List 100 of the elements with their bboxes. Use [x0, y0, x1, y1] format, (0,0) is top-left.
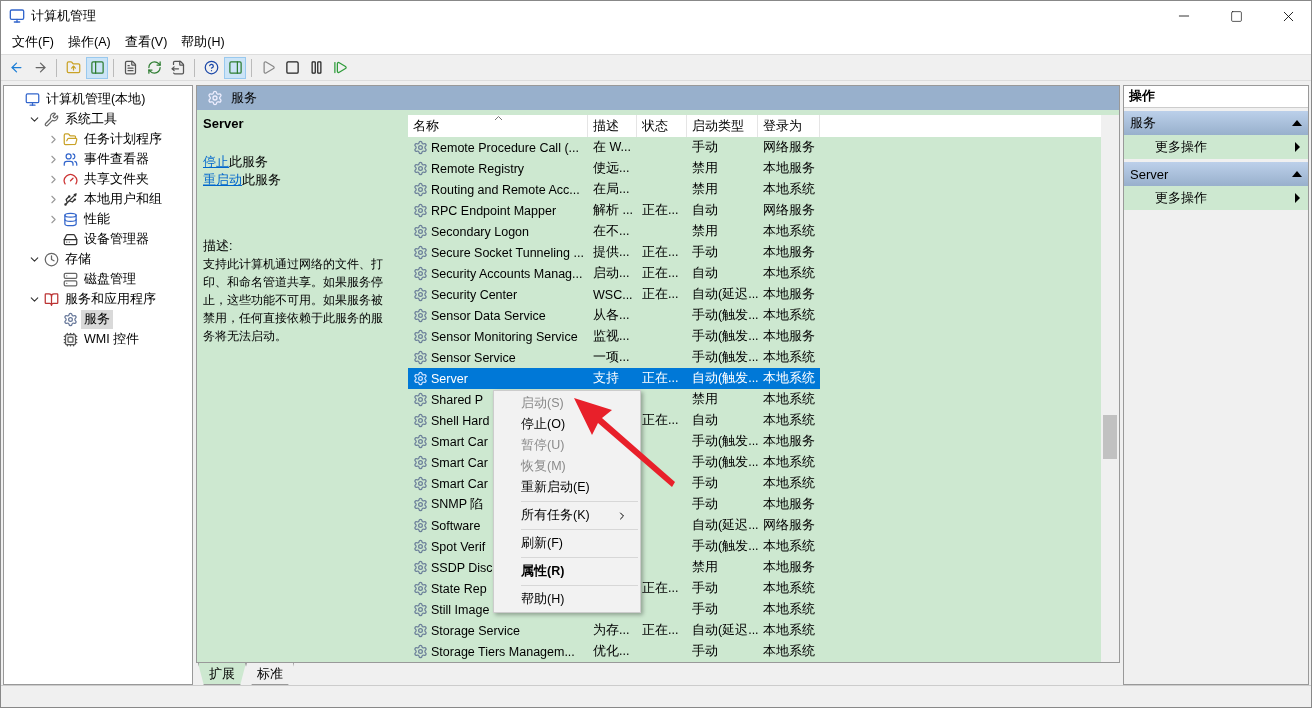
table-cell: 手动 — [692, 580, 718, 597]
shared-folder-icon — [63, 131, 78, 147]
table-cell: 解析 ... — [593, 202, 633, 219]
actions-section-header[interactable]: 服务 — [1124, 111, 1308, 135]
link-suffix: 此服务 — [229, 155, 268, 169]
table-cell: 网络服务 — [763, 202, 815, 219]
table-cell: 一项... — [593, 349, 630, 366]
service-name: Routing and Remote Acc... — [431, 182, 580, 197]
view-tab[interactable]: 扩展 — [198, 663, 246, 685]
submenu-triangle-icon — [1295, 193, 1300, 203]
table-cell: 禁用 — [692, 223, 718, 240]
gear-icon — [413, 476, 428, 491]
menu-item[interactable]: 文件(F) — [5, 34, 61, 51]
table-cell: WSC... — [593, 287, 633, 302]
table-cell: 正在... — [642, 622, 679, 639]
tree-item[interactable]: 设备管理器 — [81, 229, 152, 249]
tree-item[interactable]: 服务和应用程序 — [62, 289, 159, 309]
actions-section-header[interactable]: Server — [1124, 162, 1308, 186]
table-cell: 本地服务 — [763, 496, 815, 513]
tree-item[interactable]: 磁盘管理 — [81, 269, 139, 289]
gauge-icon — [63, 171, 78, 187]
menu-item[interactable]: 操作(A) — [60, 34, 118, 51]
table-cell: 禁用 — [692, 181, 718, 198]
table-cell: 本地系统 — [763, 181, 815, 198]
tree-item[interactable]: 任务计划程序 — [81, 129, 165, 149]
table-cell: 自动 — [692, 202, 718, 219]
table-cell: 正在... — [642, 412, 679, 429]
server-icon — [63, 271, 78, 287]
menu-item[interactable]: 刷新(F) — [494, 533, 566, 554]
gear-icon — [63, 311, 78, 327]
menu-item[interactable]: 属性(R) — [494, 561, 568, 582]
collapse-triangle-icon[interactable] — [1292, 171, 1302, 177]
storage-icon — [63, 211, 78, 227]
menu-item[interactable]: 帮助(H) — [174, 34, 232, 51]
gear-icon — [413, 266, 428, 281]
description-text: 支持此计算机通过网络的文件、打印、和命名管道共享。如果服务停止，这些功能不可用。如果服务被禁用，任何直接依赖于此服务的服务将无法启动。 — [203, 256, 384, 345]
tree-item[interactable]: 计算机管理(本地) — [43, 89, 149, 109]
column-header[interactable]: 状态 — [637, 115, 687, 137]
collapse-triangle-icon[interactable] — [1292, 120, 1302, 126]
action-item[interactable]: 更多操作 — [1124, 186, 1308, 210]
play-icon — [260, 60, 276, 75]
scrollbar[interactable] — [1101, 115, 1119, 662]
table-cell: 禁用 — [692, 559, 718, 576]
table-cell: 在不... — [593, 223, 630, 240]
table-cell: 自动 — [692, 412, 718, 429]
menu-item[interactable]: 停止(O) — [494, 414, 569, 435]
device-icon — [63, 191, 78, 207]
action-link[interactable]: 停止 — [203, 155, 229, 169]
tree-item[interactable]: WMI 控件 — [81, 329, 143, 349]
pause-icon — [308, 60, 324, 75]
tree-item[interactable]: 本地用户和组 — [81, 189, 165, 209]
action-item[interactable]: 更多操作 — [1124, 135, 1308, 159]
column-header[interactable]: 描述 — [588, 115, 637, 137]
table-cell: 手动(触发... — [692, 328, 758, 345]
folder-up-icon — [65, 60, 81, 75]
menu-item[interactable]: 所有任务(K) — [494, 505, 640, 526]
view-tab[interactable]: 标准 — [246, 663, 294, 685]
service-name: Server — [431, 371, 468, 386]
table-cell: 手动(触发... — [692, 454, 758, 471]
table-cell: 自动 — [692, 265, 718, 282]
column-header[interactable]: 启动类型 — [687, 115, 758, 137]
gear-icon — [413, 602, 428, 617]
table-cell: 自动(延迟... — [692, 286, 758, 303]
menu-item[interactable]: 帮助(H) — [494, 589, 568, 610]
action-link[interactable]: 重启动 — [203, 173, 242, 187]
service-name: Smart Car — [431, 476, 488, 491]
table-cell: 在局... — [593, 181, 630, 198]
menu-item[interactable]: 重新启动(E) — [494, 477, 593, 498]
column-header[interactable]: 名称 — [408, 115, 588, 137]
service-name: Storage Service — [431, 623, 520, 638]
toolbar-button[interactable] — [86, 56, 108, 79]
gear-icon — [413, 161, 428, 176]
tree-item[interactable]: 系统工具 — [62, 109, 120, 129]
tree-item[interactable]: 事件查看器 — [81, 149, 152, 169]
table-cell: 本地系统 — [763, 307, 815, 324]
service-name: Shared P — [431, 392, 484, 407]
gear-icon — [413, 140, 428, 155]
gear-icon — [413, 182, 428, 197]
toolbar-button[interactable] — [224, 56, 246, 79]
tree-item[interactable]: 存储 — [62, 249, 94, 269]
table-cell: 正在... — [642, 370, 679, 387]
tree-item[interactable]: 共享文件夹 — [81, 169, 152, 189]
service-name: Spot Verif — [431, 539, 486, 554]
service-name: Sensor Service — [431, 350, 516, 365]
table-cell: 正在... — [642, 202, 679, 219]
gear-icon — [413, 497, 428, 512]
row-highlight[interactable]: Server 支持 正在... 自动(触发... 本地系统 — [408, 368, 820, 389]
column-header[interactable]: 登录为 — [758, 115, 820, 137]
service-name: RPC Endpoint Mapper — [431, 203, 557, 218]
table-cell: 本地服务 — [763, 160, 815, 177]
tree-item[interactable]: 服务 — [81, 309, 113, 329]
menu-item[interactable]: 查看(V) — [117, 34, 175, 51]
table-cell: 手动 — [692, 475, 718, 492]
table-cell: 网络服务 — [763, 517, 815, 534]
tree-item[interactable]: 性能 — [81, 209, 113, 229]
computer-icon — [25, 91, 40, 107]
maximize-icon[interactable] — [1229, 9, 1243, 23]
gear-icon — [413, 644, 428, 659]
actions-title: 操作 — [1124, 86, 1308, 108]
table-cell: 正在... — [642, 286, 679, 303]
